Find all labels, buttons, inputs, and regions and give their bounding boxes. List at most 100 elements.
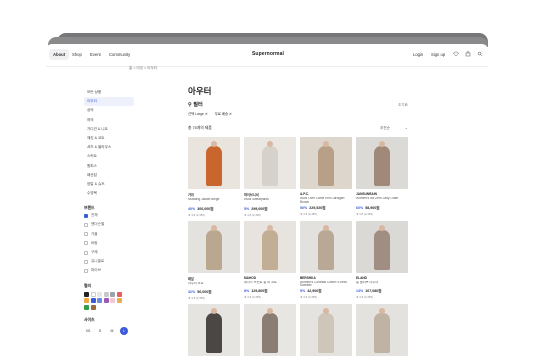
breadcrumb-home[interactable]: 홈 bbox=[129, 66, 132, 70]
signup-link[interactable]: Sign up bbox=[431, 52, 445, 57]
breadcrumb-current: 아우터 bbox=[147, 66, 158, 70]
color-swatch[interactable] bbox=[103, 291, 109, 297]
sidebar-item[interactable]: 재킷 & 코트 bbox=[84, 134, 134, 143]
close-icon[interactable]: ✕ bbox=[205, 112, 208, 116]
product-card[interactable]: 가위 Mustang Jacket Beige 40% 300,000원 ★ 4.8 (… bbox=[188, 137, 240, 217]
tab-about[interactable]: About bbox=[49, 49, 70, 60]
product-card[interactable]: A.P.C. Wool Over Cable Knit Cardigan Brow… bbox=[300, 137, 352, 217]
size-option[interactable]: L bbox=[120, 326, 128, 335]
color-swatch[interactable] bbox=[110, 298, 116, 304]
sidebar-item[interactable]: 패션잡 bbox=[84, 171, 134, 180]
breadcrumb-women[interactable]: 여성 bbox=[136, 66, 143, 70]
product-card[interactable] bbox=[300, 304, 352, 357]
close-icon[interactable]: ✕ bbox=[229, 112, 232, 116]
product-image[interactable] bbox=[188, 304, 240, 357]
checkbox[interactable] bbox=[84, 213, 88, 218]
sidebar-item[interactable]: 상의 bbox=[84, 106, 134, 115]
brand-filter-item[interactable]: 유니클로 bbox=[84, 257, 134, 266]
product-image[interactable] bbox=[356, 304, 408, 357]
filter-chip-label: 선택 Large bbox=[188, 112, 204, 116]
brand-filter-item[interactable]: 전체 bbox=[84, 211, 134, 220]
product-image[interactable] bbox=[188, 220, 240, 273]
color-swatch[interactable] bbox=[116, 291, 122, 297]
size-option[interactable]: M bbox=[108, 327, 116, 335]
tab-shop[interactable]: Shop bbox=[68, 49, 86, 60]
breadcrumb: 홈 > 여성 > 아우터 bbox=[129, 66, 157, 71]
bag-icon[interactable] bbox=[465, 51, 471, 57]
product-image[interactable] bbox=[300, 220, 352, 273]
checkbox[interactable] bbox=[84, 232, 88, 237]
color-swatch[interactable] bbox=[116, 298, 122, 304]
login-link[interactable]: Login bbox=[413, 52, 423, 57]
product-price: 60% 58,900원 bbox=[356, 206, 408, 211]
sidebar-item[interactable]: 하의 bbox=[84, 116, 134, 125]
color-swatch[interactable] bbox=[103, 298, 109, 304]
tab-community[interactable]: Community bbox=[105, 49, 134, 60]
size-option[interactable]: S bbox=[96, 327, 104, 335]
model-head bbox=[323, 224, 329, 231]
heart-icon[interactable] bbox=[453, 51, 459, 57]
sidebar-item[interactable]: 가디건 & 니트 bbox=[84, 125, 134, 134]
product-image[interactable] bbox=[300, 137, 352, 189]
product-card[interactable] bbox=[244, 304, 296, 357]
color-swatch[interactable] bbox=[90, 291, 96, 297]
product-image[interactable] bbox=[244, 304, 296, 357]
brand-logo[interactable]: Supernormal bbox=[252, 51, 284, 57]
sidebar-item[interactable]: 아우터 bbox=[84, 97, 134, 107]
sidebar-item[interactable]: 양말 & 슈즈 bbox=[84, 180, 134, 189]
size-option[interactable]: XS bbox=[84, 327, 92, 335]
product-card[interactable]: BERSHKA Women's Contrast Cotton V-neck Sw… bbox=[300, 220, 352, 301]
color-swatch[interactable] bbox=[90, 298, 96, 304]
price-value: 300,000원 bbox=[197, 206, 214, 211]
sort-dropdown[interactable]: 추천순 ⌄ bbox=[380, 126, 408, 131]
product-card[interactable]: ELAND 롱 블러브 아우터 13% 107,080원 ★ 4.8 (2,355) bbox=[356, 220, 408, 301]
sidebar-item[interactable]: 셔츠 & 블라우스 bbox=[84, 143, 134, 152]
brand-filter-item[interactable]: 바람 bbox=[84, 239, 134, 248]
price-value: 42,900원 bbox=[307, 289, 322, 294]
checkbox[interactable] bbox=[84, 259, 88, 264]
brand-filter-label: 가을 bbox=[91, 231, 98, 236]
product-card[interactable]: 파이브니셔 Wool Sweatpants 5% 299,000원 ★ 4.8 (2,3… bbox=[244, 137, 296, 217]
brand-filter-item[interactable]: 가을 bbox=[84, 230, 134, 239]
checkbox[interactable] bbox=[84, 241, 88, 246]
checkbox[interactable] bbox=[84, 250, 88, 255]
sidebar-item[interactable]: 수영복 bbox=[84, 189, 134, 198]
color-swatch[interactable] bbox=[84, 304, 89, 310]
color-swatch[interactable] bbox=[84, 298, 89, 304]
filter-chip[interactable]: 선택 Large ✕ bbox=[188, 111, 208, 116]
product-brand: 테잎 bbox=[188, 276, 194, 281]
color-swatch[interactable] bbox=[97, 298, 103, 304]
sidebar-item[interactable]: 모든 상품 bbox=[84, 88, 134, 97]
brand-filter-item[interactable]: 파이브 bbox=[84, 266, 134, 275]
product-image[interactable] bbox=[356, 137, 408, 189]
product-brand: A.P.C. bbox=[300, 192, 309, 196]
product-card[interactable]: 테잎 아우터 코트 32% 56,000원 ★ 4.8 (2,355) bbox=[188, 220, 240, 300]
reset-filters-button[interactable]: 초기화 bbox=[398, 103, 408, 108]
color-swatch[interactable] bbox=[90, 304, 96, 310]
color-swatch[interactable] bbox=[84, 291, 89, 297]
search-icon[interactable] bbox=[477, 51, 483, 57]
product-name: Women's Ice Zero Lady Outer bbox=[356, 197, 399, 200]
sidebar-item[interactable]: 스커트 bbox=[84, 152, 134, 161]
checkbox[interactable] bbox=[84, 223, 88, 228]
price-value: 129,800원 bbox=[251, 289, 268, 294]
color-swatch[interactable] bbox=[97, 291, 103, 297]
color-swatch[interactable] bbox=[110, 291, 116, 297]
product-image[interactable] bbox=[356, 220, 408, 273]
product-card[interactable]: MAHOD 레이스 프린트 롱 퍼 코트 8% 129,800원 ★ 4.8 (2,35… bbox=[244, 220, 296, 301]
model-figure bbox=[206, 146, 222, 186]
checkbox[interactable] bbox=[84, 268, 88, 273]
product-card[interactable] bbox=[188, 304, 240, 357]
product-card[interactable]: JANSUNRAIN Women's Ice Zero Lady Outer 60%… bbox=[356, 137, 408, 217]
sidebar-item[interactable]: 원피스 bbox=[84, 162, 134, 171]
color-filter-title: 컬러 bbox=[84, 283, 91, 288]
brand-filter-item[interactable]: 앤더슨벨 bbox=[84, 220, 134, 229]
product-image[interactable] bbox=[300, 304, 352, 357]
product-image[interactable] bbox=[188, 137, 240, 189]
filter-chip[interactable]: 무료 배송 ✕ bbox=[215, 111, 232, 116]
product-card[interactable] bbox=[356, 304, 408, 357]
tab-event[interactable]: Event bbox=[86, 49, 105, 60]
product-image[interactable] bbox=[244, 137, 296, 189]
brand-filter-item[interactable]: 구례 bbox=[84, 248, 134, 257]
product-image[interactable] bbox=[244, 220, 296, 273]
